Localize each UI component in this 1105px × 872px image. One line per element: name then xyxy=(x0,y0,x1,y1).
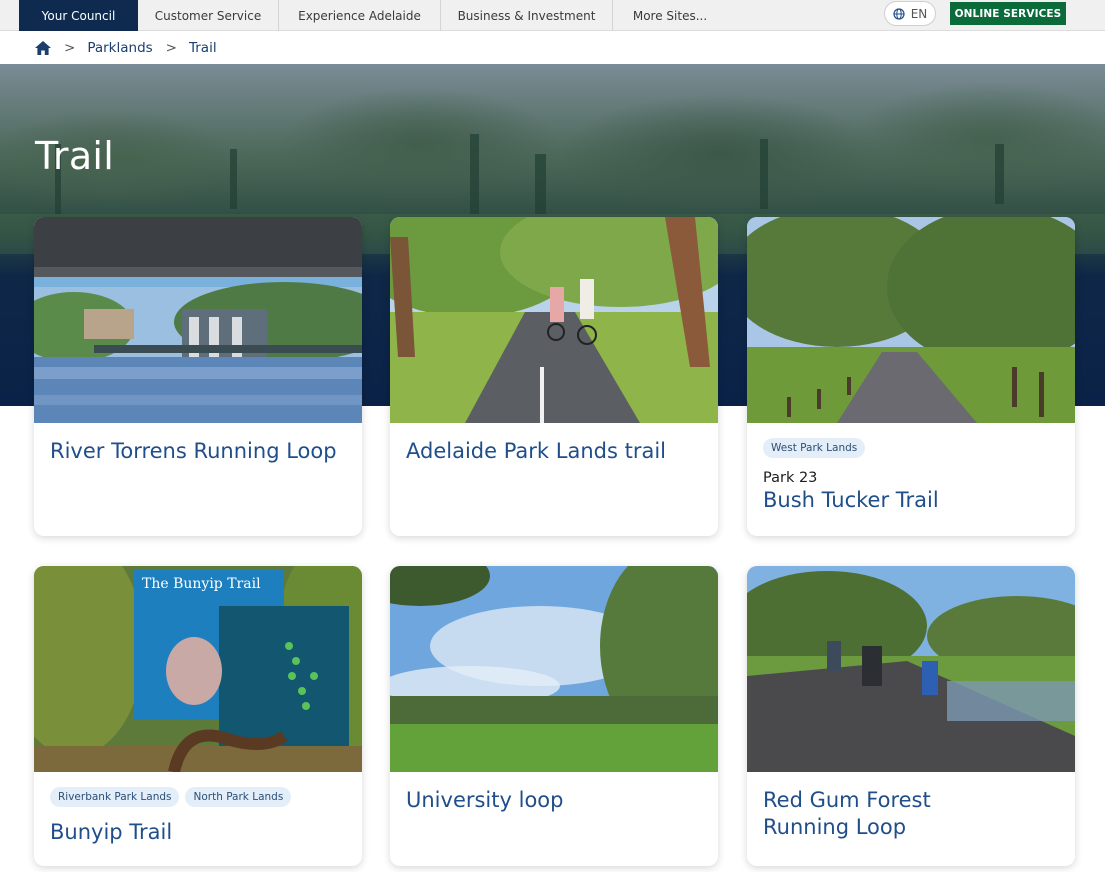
card-title[interactable]: Red Gum Forest Running Loop xyxy=(763,787,963,841)
breadcrumb-parklands[interactable]: Parklands xyxy=(87,40,152,56)
card-university-loop[interactable]: University loop xyxy=(390,566,718,866)
card-body: River Torrens Running Loop xyxy=(34,423,362,536)
breadcrumb: > Parklands > Trail xyxy=(0,31,1105,64)
card-image: The Bunyip Trail xyxy=(34,566,362,772)
page-title: Trail xyxy=(35,134,115,178)
tab-your-council[interactable]: Your Council xyxy=(19,0,138,31)
card-red-gum-forest-running-loop[interactable]: Red Gum Forest Running Loop xyxy=(747,566,1075,866)
breadcrumb-separator: > xyxy=(64,39,76,56)
home-icon[interactable] xyxy=(35,40,51,55)
tag-north-park-lands[interactable]: North Park Lands xyxy=(185,787,292,807)
tag-west-park-lands[interactable]: West Park Lands xyxy=(763,438,866,458)
card-title[interactable]: Bunyip Trail xyxy=(50,819,346,846)
language-selector[interactable]: EN xyxy=(884,1,936,26)
card-bush-tucker-trail[interactable]: West Park Lands Park 23 Bush Tucker Trai… xyxy=(747,217,1075,536)
card-body: Adelaide Park Lands trail xyxy=(390,423,718,536)
tag-riverbank-park-lands[interactable]: Riverbank Park Lands xyxy=(50,787,180,807)
card-body: Riverbank Park Lands North Park Lands Bu… xyxy=(34,772,362,866)
card-title[interactable]: Adelaide Park Lands trail xyxy=(406,438,702,465)
online-services-button[interactable]: ONLINE SERVICES xyxy=(950,2,1066,25)
card-adelaide-park-lands-trail[interactable]: Adelaide Park Lands trail xyxy=(390,217,718,536)
card-title[interactable]: University loop xyxy=(406,787,702,814)
card-river-torrens-running-loop[interactable]: River Torrens Running Loop xyxy=(34,217,362,536)
card-image xyxy=(390,566,718,772)
bunyip-sign-heading: The Bunyip Trail xyxy=(142,576,261,592)
tag-list: Riverbank Park Lands North Park Lands xyxy=(50,787,346,807)
breadcrumb-trail: Trail xyxy=(188,39,217,56)
breadcrumb-separator: > xyxy=(165,39,177,56)
card-body: West Park Lands Park 23 Bush Tucker Trai… xyxy=(747,423,1075,536)
card-title[interactable]: Bush Tucker Trail xyxy=(763,487,1059,514)
tab-more-sites[interactable]: More Sites... xyxy=(613,0,727,31)
tab-customer-service[interactable]: Customer Service xyxy=(138,0,279,31)
tab-experience-adelaide[interactable]: Experience Adelaide xyxy=(279,0,441,31)
card-title[interactable]: River Torrens Running Loop xyxy=(50,438,346,465)
card-image xyxy=(747,566,1075,772)
card-image xyxy=(747,217,1075,423)
card-image xyxy=(390,217,718,423)
card-subtitle: Park 23 xyxy=(763,470,818,486)
card-bunyip-trail[interactable]: The Bunyip Trail Riverbank Park Lands No… xyxy=(34,566,362,866)
top-navigation: Your Council Customer Service Experience… xyxy=(0,0,1105,31)
card-body: University loop xyxy=(390,772,718,866)
card-image xyxy=(34,217,362,423)
tag-list: West Park Lands xyxy=(763,438,1059,458)
globe-icon xyxy=(893,7,905,20)
tab-business-investment[interactable]: Business & Investment xyxy=(441,0,613,31)
card-body: Red Gum Forest Running Loop xyxy=(747,772,1075,866)
language-label: EN xyxy=(910,6,928,21)
